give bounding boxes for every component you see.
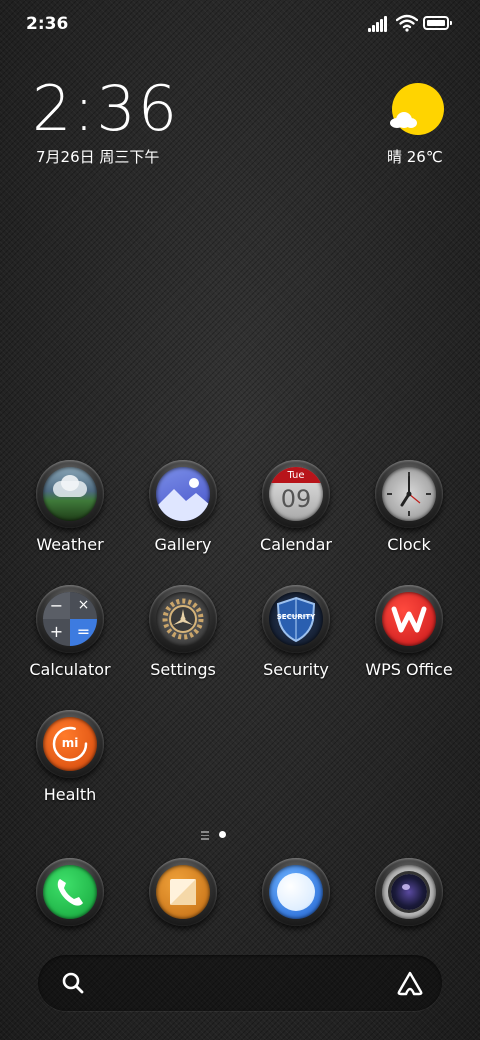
app-label: Clock <box>387 535 431 554</box>
signal-icon <box>368 16 392 32</box>
gear-icon <box>149 585 217 653</box>
search-icon[interactable] <box>62 972 84 994</box>
health-icon: mi <box>36 710 104 778</box>
app-label: Weather <box>36 535 104 554</box>
app-label: Calculator <box>29 660 111 679</box>
app-label: Gallery <box>154 535 212 554</box>
dock-browser[interactable] <box>240 858 352 926</box>
weather-icon <box>36 460 104 528</box>
battery-icon <box>423 16 452 30</box>
dock-notes[interactable] <box>127 858 239 926</box>
app-clock[interactable]: Clock <box>353 460 465 554</box>
shield-icon: SECURITY <box>262 585 330 653</box>
wps-icon <box>375 585 443 653</box>
gallery-icon <box>149 460 217 528</box>
wifi-icon <box>396 14 418 32</box>
page-indicator[interactable] <box>201 829 241 841</box>
app-calendar[interactable]: Tue 09 Calendar <box>240 460 352 554</box>
app-health[interactable]: mi Health <box>14 710 126 804</box>
app-label: Settings <box>150 660 216 679</box>
search-bar[interactable] <box>38 955 442 1011</box>
app-label: Calendar <box>260 535 332 554</box>
dock-camera[interactable] <box>353 858 465 926</box>
status-time: 2:36 <box>26 14 69 34</box>
app-calculator[interactable]: − × + = Calculator <box>14 585 126 679</box>
app-label: Health <box>43 785 97 804</box>
browser-icon <box>262 858 330 926</box>
camera-icon <box>375 858 443 926</box>
weather-summary[interactable]: 晴 26℃ <box>387 146 443 167</box>
page-indicator-dot-active <box>219 831 226 838</box>
status-bar: 2:36 <box>0 0 480 50</box>
app-settings[interactable]: Settings <box>127 585 239 679</box>
app-security[interactable]: SECURITY Security <box>240 585 352 679</box>
home-clock[interactable]: 2:36 <box>32 72 179 145</box>
assistant-icon[interactable] <box>396 970 424 996</box>
notes-icon <box>149 858 217 926</box>
calculator-icon: − × + = <box>36 585 104 653</box>
app-weather[interactable]: Weather <box>14 460 126 554</box>
calendar-date: 09 <box>280 485 312 513</box>
security-badge: SECURITY <box>276 613 316 621</box>
home-date[interactable]: 7月26日 周三下午 <box>36 146 159 167</box>
app-label: WPS Office <box>365 660 453 679</box>
dock-phone[interactable] <box>14 858 126 926</box>
clock-icon <box>375 460 443 528</box>
calendar-icon: Tue 09 <box>262 460 330 528</box>
app-wps-office[interactable]: WPS Office <box>353 585 465 679</box>
app-label: Security <box>263 660 329 679</box>
phone-icon <box>36 858 104 926</box>
app-gallery[interactable]: Gallery <box>127 460 239 554</box>
calendar-day: Tue <box>287 470 305 481</box>
cloud-icon <box>390 112 420 128</box>
page-indicator-lines <box>201 831 209 840</box>
health-badge: mi <box>61 736 79 750</box>
